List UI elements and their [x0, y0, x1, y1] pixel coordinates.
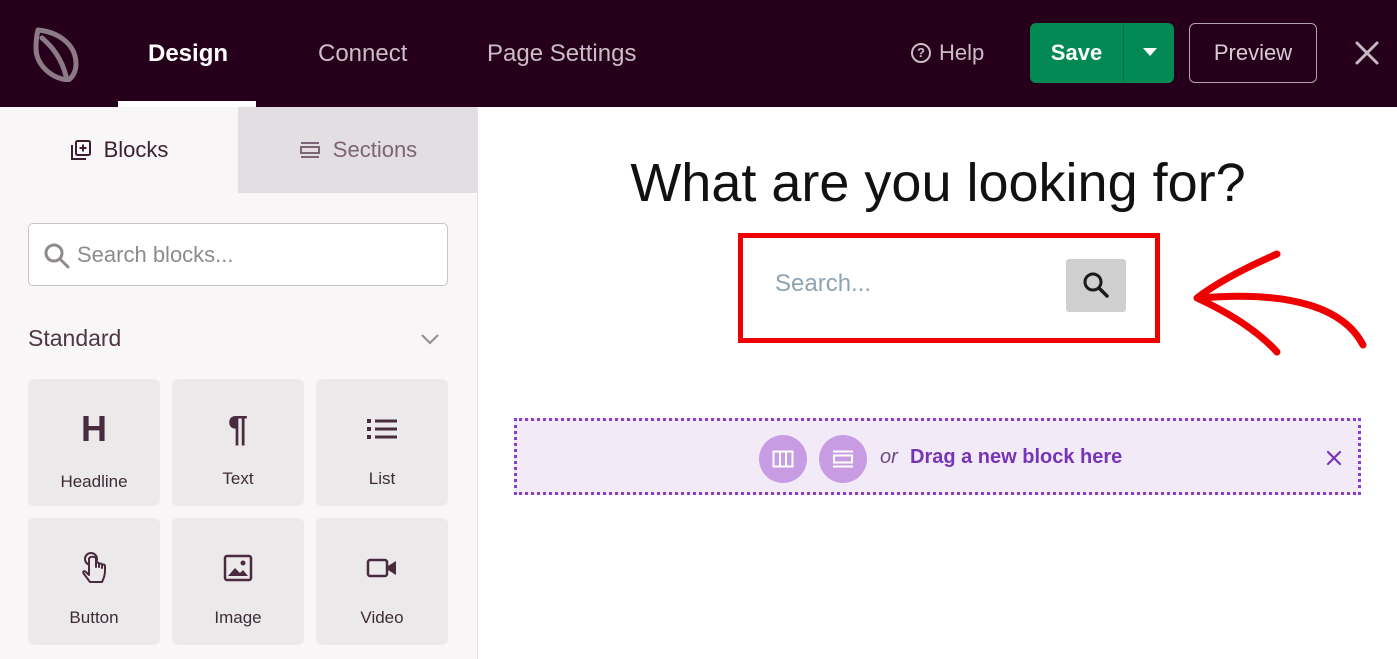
add-columns-button[interactable]: [759, 435, 807, 483]
help-link[interactable]: ? Help: [911, 38, 984, 68]
close-icon[interactable]: [1325, 449, 1343, 467]
video-camera-icon: [316, 548, 448, 588]
drop-zone[interactable]: or Drag a new block here: [514, 418, 1361, 495]
image-icon: [172, 548, 304, 588]
page-heading[interactable]: What are you looking for?: [479, 152, 1397, 214]
columns-icon: [772, 450, 794, 468]
search-icon: [1083, 272, 1109, 298]
block-label: Button: [69, 608, 119, 627]
block-label: Image: [214, 608, 262, 627]
page-search-placeholder[interactable]: Search...: [775, 270, 1055, 304]
drop-zone-or: or: [880, 446, 898, 468]
chevron-down-icon[interactable]: [418, 327, 442, 351]
list-icon: [316, 409, 448, 449]
caret-down-icon: [1143, 48, 1157, 56]
close-icon[interactable]: [1352, 38, 1382, 68]
save-options-dropdown[interactable]: [1123, 23, 1174, 83]
seedprod-logo-icon: [33, 27, 79, 82]
tab-sections-label: Sections: [332, 137, 418, 162]
headline-icon: H: [81, 408, 107, 449]
page-search-button[interactable]: [1066, 259, 1126, 312]
block-label: Video: [360, 608, 404, 627]
save-button[interactable]: Save: [1030, 23, 1123, 83]
block-button[interactable]: Button: [28, 518, 160, 645]
block-video[interactable]: Video: [316, 518, 448, 645]
add-block-icon: [70, 140, 91, 160]
add-section-button[interactable]: [819, 435, 867, 483]
red-arrow-annotation: [1193, 250, 1367, 356]
block-label: Text: [222, 469, 254, 488]
preview-button[interactable]: Preview: [1189, 23, 1317, 83]
sections-icon: [833, 450, 853, 468]
tab-page-settings[interactable]: Page Settings: [487, 0, 636, 107]
tab-connect[interactable]: Connect: [318, 0, 407, 107]
help-label: Help: [939, 40, 985, 65]
sections-icon: [299, 142, 320, 158]
tab-blocks[interactable]: Blocks: [0, 107, 238, 193]
tab-blocks-label: Blocks: [103, 137, 169, 162]
sidebar: Blocks Sections Standard H Headline ¶ Te…: [0, 107, 478, 659]
block-headline[interactable]: H Headline: [28, 379, 160, 506]
block-label: Headline: [60, 472, 128, 491]
category-label: Standard: [28, 325, 122, 351]
top-bar: Design Connect Page Settings ? Help Save…: [0, 0, 1397, 107]
block-search-field[interactable]: [28, 223, 448, 286]
block-image[interactable]: Image: [172, 518, 304, 645]
block-list[interactable]: List: [316, 379, 448, 506]
tab-sections[interactable]: Sections: [238, 107, 478, 193]
hand-pointer-icon: [28, 548, 160, 588]
drop-zone-text: Drag a new block here: [910, 446, 1123, 468]
tab-design[interactable]: Design: [148, 0, 228, 107]
search-icon: [44, 243, 70, 269]
block-label: List: [368, 469, 396, 488]
block-search-input[interactable]: [77, 234, 437, 276]
paragraph-icon: ¶: [227, 408, 249, 449]
block-text[interactable]: ¶ Text: [172, 379, 304, 506]
question-circle-icon: ?: [911, 43, 931, 63]
